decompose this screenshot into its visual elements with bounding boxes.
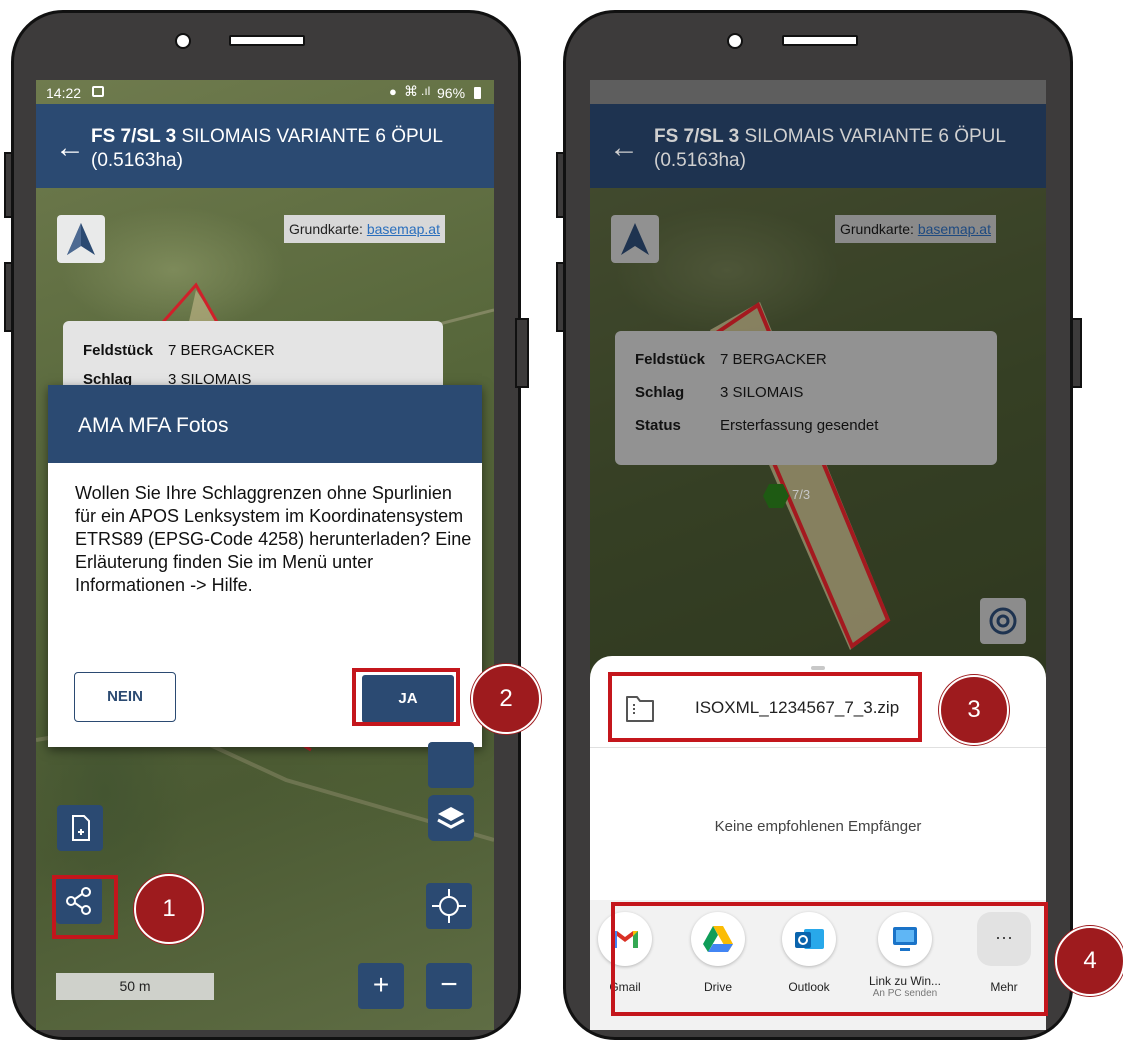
battery-icon xyxy=(474,87,481,99)
status-value: Ersterfassung gesendet xyxy=(720,417,879,434)
north-arrow-button[interactable] xyxy=(611,215,659,263)
right-phone-speaker xyxy=(782,35,858,46)
plot-marker-icon xyxy=(763,484,789,508)
feldstueck-key: Feldstück xyxy=(635,351,706,368)
field-info-card: Feldstück 7 BERGACKER Schlag 3 SILOMAIS St… xyxy=(615,331,997,465)
navigation-arrow-icon xyxy=(621,223,649,255)
feldstueck-key: Feldstück xyxy=(83,342,154,359)
back-arrow-icon[interactable]: ← xyxy=(609,133,639,163)
basemap-attribution: Grundkarte: basemap.at xyxy=(835,215,996,243)
zoom-in-button[interactable]: + xyxy=(358,963,404,1009)
locate-button[interactable] xyxy=(426,883,472,929)
schlag-value: 3 SILOMAIS xyxy=(720,384,804,401)
dialog-message: Wollen Sie Ihre Schlaggrenzen ohne Spurl… xyxy=(75,483,472,595)
right-phone-camera xyxy=(727,33,743,49)
add-photo-button[interactable] xyxy=(57,805,103,851)
app-title: FS 7/SL 3 SILOMAIS VARIANTE 6 ÖPUL xyxy=(654,126,1006,147)
left-phone-power-button xyxy=(515,318,529,388)
highlight-share-apps xyxy=(611,902,1048,1016)
left-phone-speaker xyxy=(229,35,305,46)
battery-percent: 96% xyxy=(437,85,466,101)
highlight-share-button xyxy=(52,875,118,939)
document-add-icon xyxy=(72,815,90,841)
scale-bar: 50 m xyxy=(56,973,214,1000)
highlight-file-row xyxy=(608,672,922,742)
right-screen: ← FS 7/SL 3 SILOMAIS VARIANTE 6 ÖPUL (0.… xyxy=(590,80,1046,1030)
basemap-attribution: Grundkarte: basemap.at xyxy=(284,215,445,243)
left-status-bar: 14:22 ● ⌘ .ıl 96% xyxy=(36,80,494,104)
plot-marker-label: 7/3 xyxy=(792,487,811,502)
crosshair-icon xyxy=(432,889,466,923)
feldstueck-value: 7 BERGACKER xyxy=(168,342,275,359)
layers-icon xyxy=(437,807,465,829)
basemap-link[interactable]: basemap.at xyxy=(918,221,991,237)
signal-icon: .ıl xyxy=(421,84,431,98)
callout-badge-2: 2 xyxy=(471,664,541,734)
image-notification-icon xyxy=(92,86,104,97)
basemap-link[interactable]: basemap.at xyxy=(367,221,440,237)
schlag-key: Schlag xyxy=(635,384,685,401)
dialog-title: AMA MFA Fotos xyxy=(78,414,229,437)
layers-button[interactable] xyxy=(428,795,474,841)
wifi-icon: ⌘ xyxy=(404,83,418,99)
zoom-out-button[interactable]: − xyxy=(426,963,472,1009)
app-title: FS 7/SL 3 SILOMAIS VARIANTE 6 ÖPUL xyxy=(91,126,443,147)
callout-badge-4: 4 xyxy=(1055,926,1123,996)
dialog-header: AMA MFA Fotos xyxy=(48,385,482,463)
callout-badge-3: 3 xyxy=(939,675,1009,745)
navigation-arrow-icon xyxy=(67,223,95,255)
right-status-bar xyxy=(590,80,1046,104)
status-time: 14:22 xyxy=(46,85,82,101)
feldstueck-value: 7 BERGACKER xyxy=(720,351,827,368)
north-arrow-button[interactable] xyxy=(57,215,105,263)
location-icon: ● xyxy=(389,84,397,99)
field-info-card: Feldstück 7 BERGACKER Schlag 3 SILOMAIS xyxy=(63,321,443,391)
sheet-handle[interactable] xyxy=(811,666,825,670)
target-icon xyxy=(989,607,1017,635)
left-phone-camera xyxy=(175,33,191,49)
status-key: Status xyxy=(635,417,681,434)
right-app-bar: ← FS 7/SL 3 SILOMAIS VARIANTE 6 ÖPUL (0.… xyxy=(590,104,1046,188)
left-app-bar: ← FS 7/SL 3 SILOMAIS VARIANTE 6 ÖPUL (0.… xyxy=(36,104,494,188)
app-title-area: (0.5163ha) xyxy=(654,150,746,171)
map-type-button[interactable] xyxy=(428,742,474,788)
sheet-divider xyxy=(590,747,1046,748)
no-recipients-text: Keine empfohlenen Empfänger xyxy=(714,818,922,835)
app-title-area: (0.5163ha) xyxy=(91,150,183,171)
highlight-ja-button xyxy=(352,668,460,726)
nein-button[interactable]: NEIN xyxy=(74,672,176,722)
callout-badge-1: 1 xyxy=(134,874,204,944)
target-button[interactable] xyxy=(980,598,1026,644)
back-arrow-icon[interactable]: ← xyxy=(55,133,85,163)
